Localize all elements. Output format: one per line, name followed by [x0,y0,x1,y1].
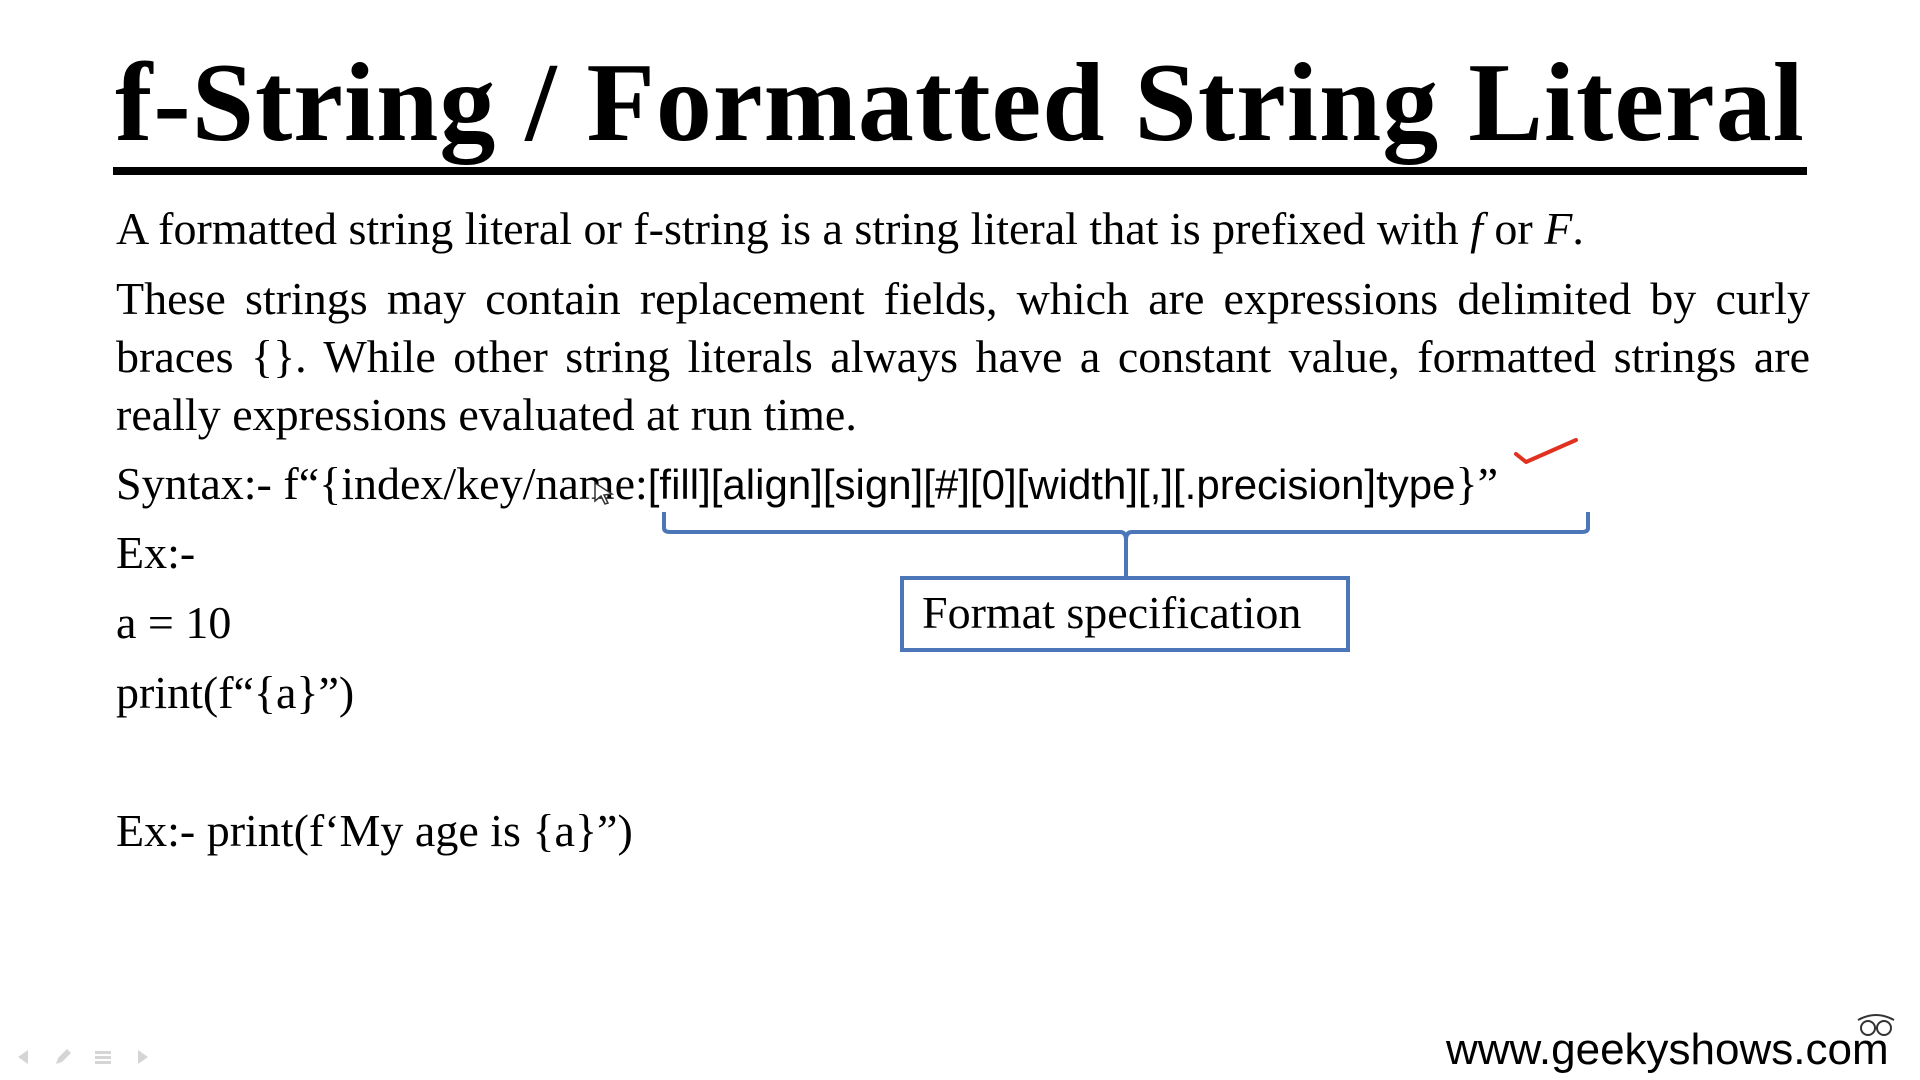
syntax-format-spec: [fill][align][sign][#][0][width][,][.pre… [647,461,1456,508]
bracket-connector [1124,538,1128,578]
intro-f-lower: f [1470,203,1483,254]
slide-title-text: f-String / Formatted String Literal [113,41,1807,175]
example-assign: a = 10 [116,597,232,648]
intro-line: A formatted string literal or f-string i… [116,200,1584,258]
intro-period: . [1572,203,1584,254]
intro-text: A formatted string literal or f-string i… [116,203,1471,254]
description-paragraph: These strings may contain replacement fi… [116,273,1810,440]
pen-cursor-icon [594,481,615,505]
format-specification-box: Format specification [900,576,1350,652]
menu-icon[interactable] [92,1046,114,1068]
slide-title: f-String / Formatted String Literal [0,38,1920,175]
intro-or: or [1482,203,1545,254]
slide-nav-controls [12,1046,154,1070]
arrow-left-icon[interactable] [12,1046,34,1068]
website-link[interactable]: www.geekyshows.com [1446,1020,1889,1080]
syntax-line: Syntax:- f“{index/key/name:[fill][align]… [116,455,1498,514]
example-label: Ex:- [116,527,196,578]
example-print: print(f“{a}”) [116,667,355,718]
example-two: Ex:- print(f‘My age is {a}”) [116,805,633,856]
arrow-right-icon[interactable] [132,1046,154,1068]
pen-icon[interactable] [52,1046,74,1068]
intro-f-upper: F [1544,203,1573,254]
slide: f-String / Formatted String Literal A fo… [0,0,1920,1080]
syntax-suffix: }” [1455,458,1499,509]
syntax-prefix: Syntax:- f“{index/key/name: [116,458,648,509]
red-check-icon [1514,438,1578,464]
